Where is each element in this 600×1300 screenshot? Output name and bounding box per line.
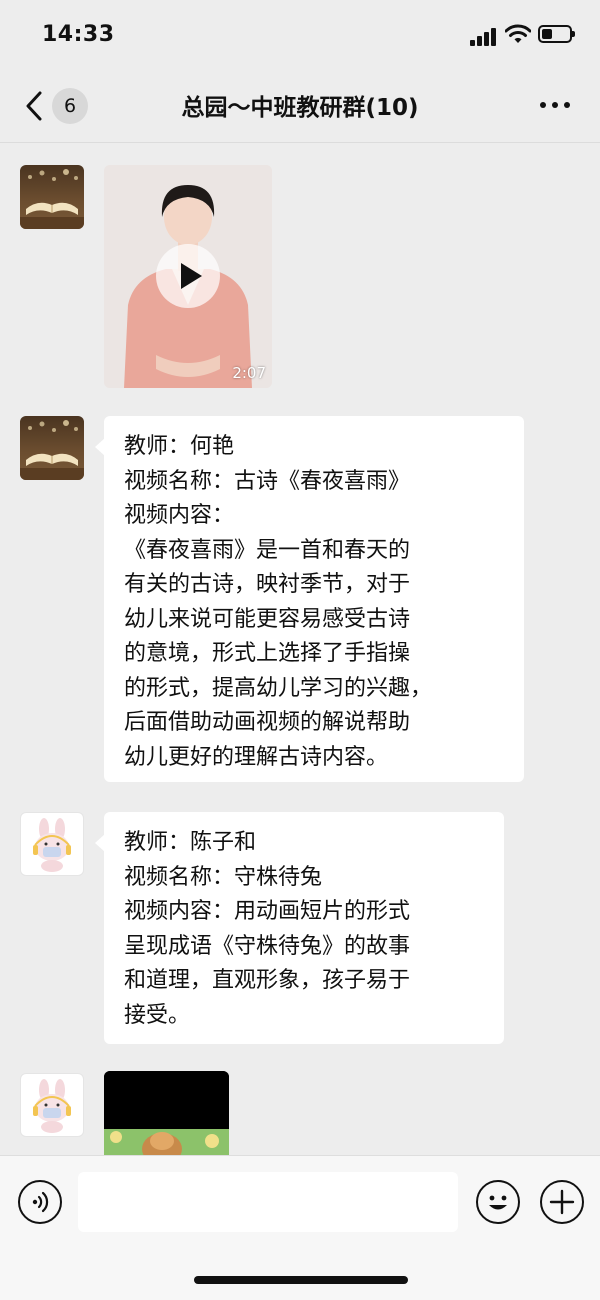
message-line: 呈现成语《守株待兔》的故事 <box>124 933 411 959</box>
cellular-signal-icon <box>470 26 500 46</box>
message-line: 视频名称：守株待兔 <box>124 864 323 890</box>
battery-icon <box>538 25 575 43</box>
cartoon-video-frame <box>104 1071 229 1161</box>
message-line: 视频内容：用动画短片的形式 <box>124 899 411 924</box>
chat-title: 总园～中班教研群(10) <box>181 95 419 121</box>
more-dots-icon[interactable] <box>538 102 572 110</box>
message-line: 《春夜喜雨》是一首和春天的 <box>124 537 411 563</box>
message-line: 视频名称：古诗《春夜喜雨》 <box>124 468 411 494</box>
sender-avatar[interactable] <box>20 812 84 876</box>
message-line: 后面借助动画视频的解说帮助 <box>124 710 411 735</box>
rabbit-avatar-icon <box>33 1079 71 1133</box>
video-message-thumbnail[interactable]: 2:07 <box>104 165 272 388</box>
voice-icon[interactable] <box>18 1180 62 1224</box>
status-bar: 14:33 <box>0 0 600 70</box>
sender-avatar[interactable] <box>20 1073 84 1137</box>
video-duration: 2:07 <box>232 364 266 382</box>
message-input[interactable] <box>78 1172 458 1232</box>
home-indicator <box>194 1276 408 1284</box>
video-message-thumbnail[interactable] <box>104 1071 229 1161</box>
message-line: 的意境，形式上选择了手指操 <box>124 641 411 666</box>
text-message-bubble[interactable]: 教师：何艳 视频名称：古诗《春夜喜雨》 视频内容： 《春夜喜雨》是一首和春天的 … <box>95 416 524 782</box>
plus-icon[interactable] <box>540 1180 584 1224</box>
sender-avatar[interactable] <box>20 165 84 229</box>
open-book-avatar-icon <box>20 420 84 480</box>
status-time: 14:33 <box>42 22 115 47</box>
chat-header: 6 总园～中班教研群(10) <box>0 70 600 143</box>
message-line: 有关的古诗，映衬季节，对于 <box>124 572 411 597</box>
wifi-icon <box>504 23 532 45</box>
message-line: 教师：何艳 <box>124 434 235 459</box>
message-line: 接受。 <box>124 1002 191 1028</box>
text-message-bubble[interactable]: 教师：陈子和 视频名称：守株待兔 视频内容：用动画短片的形式 呈现成语《守株待兔… <box>95 812 504 1044</box>
rabbit-avatar-icon <box>33 818 71 872</box>
message-line: 的形式，提高幼儿学习的兴趣， <box>124 675 433 701</box>
message-line: 和道理，直观形象，孩子易于 <box>124 968 411 993</box>
play-icon[interactable] <box>156 244 220 308</box>
message-line: 幼儿来说可能更容易感受古诗 <box>124 606 411 632</box>
message-line: 视频内容： <box>124 503 235 528</box>
message-line: 幼儿更好的理解古诗内容。 <box>124 744 389 770</box>
open-book-avatar-icon <box>20 169 84 229</box>
message-line: 教师：陈子和 <box>124 830 257 855</box>
emoji-icon[interactable] <box>476 1180 520 1224</box>
sender-avatar[interactable] <box>20 416 84 480</box>
